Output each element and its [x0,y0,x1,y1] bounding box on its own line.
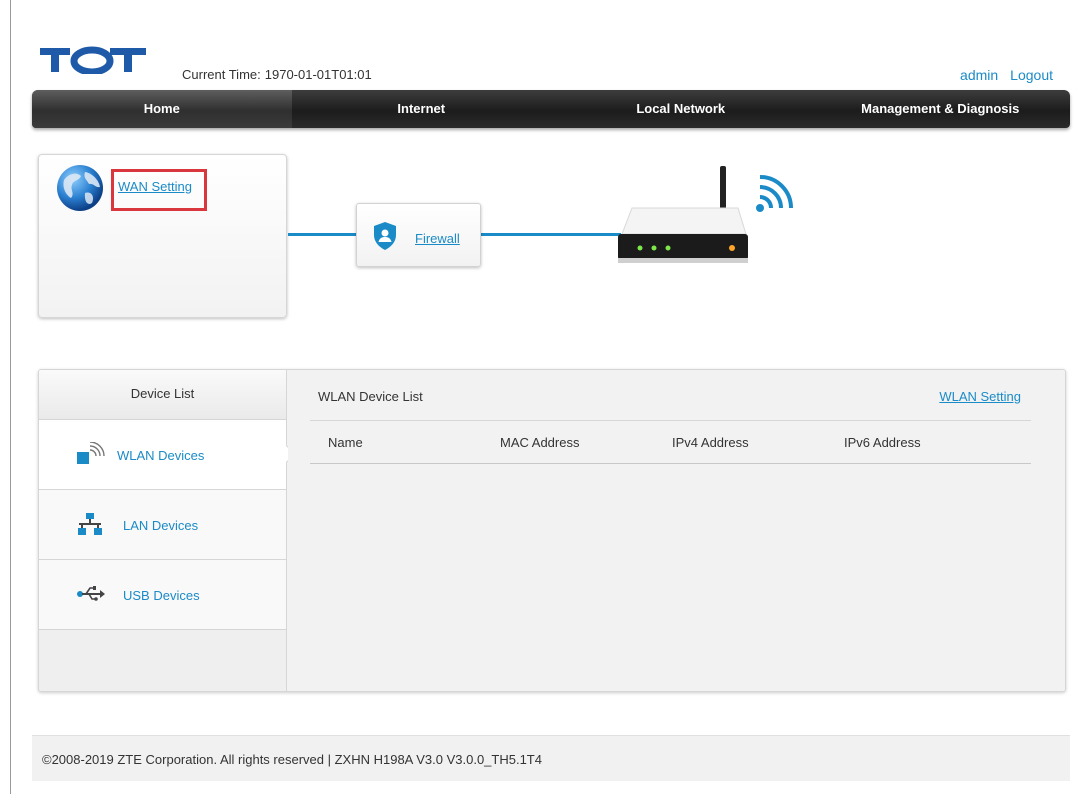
page-left-border [10,0,11,794]
sidebar-item-wlan-devices[interactable]: WLAN Devices [39,420,296,490]
main-navbar: Home Internet Local Network Management &… [32,90,1070,128]
firewall-card: Firewall [356,203,481,267]
shield-icon [374,222,396,250]
logout-link[interactable]: Logout [1010,67,1053,83]
usb-icon [77,586,105,601]
user-links: admin Logout [948,67,1053,83]
admin-link[interactable]: admin [960,67,998,83]
connection-line [481,233,621,236]
wlan-device-list: WLAN Device List WLAN Setting Name MAC A… [288,370,1065,691]
connection-line [288,233,356,236]
divider [310,463,1031,464]
nav-management-diagnosis[interactable]: Management & Diagnosis [811,90,1071,128]
current-time: Current Time: 1970-01-01T01:01 [182,67,372,82]
device-sidebar: Device List WLAN Devices LAN Devices USB… [39,370,296,691]
current-time-value: 1970-01-01T01:01 [264,67,372,82]
router-icon [618,166,793,263]
divider [310,420,1031,421]
wan-card: WAN Setting [38,154,287,318]
sidebar-item-label: WLAN Devices [117,448,205,463]
sidebar-item-label: LAN Devices [123,518,199,533]
wan-setting-link[interactable]: WAN Setting [118,179,192,194]
nav-home[interactable]: Home [32,90,292,128]
firewall-link[interactable]: Firewall [415,231,460,246]
sidebar-item-lan-devices[interactable]: LAN Devices [39,490,286,560]
nav-internet[interactable]: Internet [292,90,552,128]
column-header-ipv4: IPv4 Address [672,435,749,450]
column-header-name: Name [328,435,363,450]
column-header-mac: MAC Address [500,435,580,450]
current-time-label: Current Time: [182,67,261,82]
sidebar-item-label: USB Devices [123,588,200,603]
network-icon [78,513,102,535]
nav-local-network[interactable]: Local Network [551,90,811,128]
list-title: WLAN Device List [318,389,423,404]
wifi-device-icon [77,442,105,464]
wlan-setting-link[interactable]: WLAN Setting [939,389,1021,404]
footer: ©2008-2019 ZTE Corporation. All rights r… [32,735,1070,781]
globe-icon [57,165,103,211]
device-panel: Device List WLAN Devices LAN Devices USB… [38,369,1066,692]
device-list-header: Device List [39,370,286,420]
tot-logo [40,46,146,74]
column-header-ipv6: IPv6 Address [844,435,921,450]
copyright-text: ©2008-2019 ZTE Corporation. All rights r… [42,752,542,767]
sidebar-item-usb-devices[interactable]: USB Devices [39,560,286,630]
